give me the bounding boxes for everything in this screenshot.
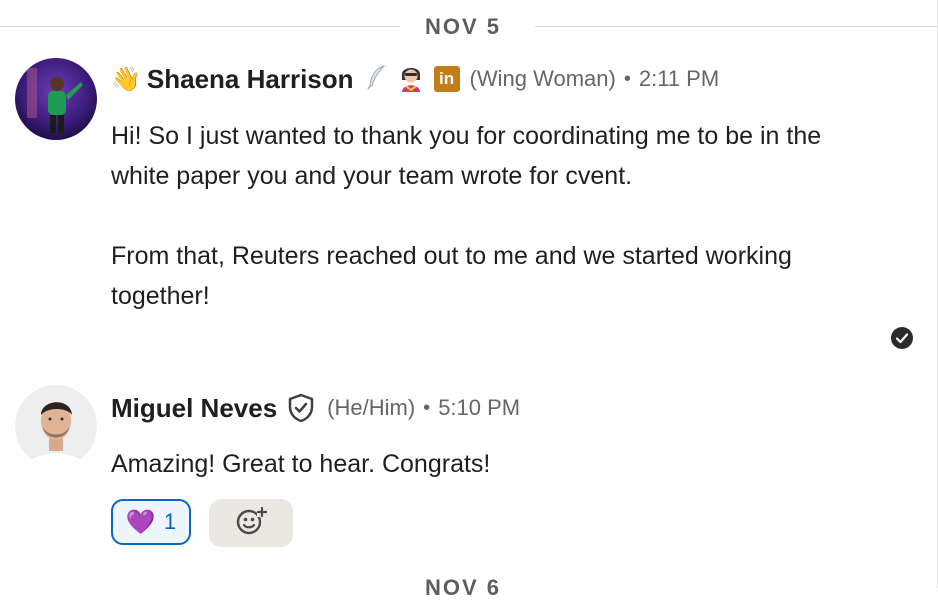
message-paragraph: Hi! So I just wanted to thank you for co… [111, 122, 822, 190]
reaction-purple-heart[interactable]: 💜 1 [111, 499, 191, 545]
header-separator: • [423, 396, 431, 419]
sender-name[interactable]: Shaena Harrison [147, 64, 354, 95]
date-label: NOV 5 [425, 14, 502, 39]
message-body: Amazing! Great to hear. Congrats! [111, 444, 831, 484]
waving-hand-emoji: 👋 [111, 65, 141, 93]
sender-name[interactable]: Miguel Neves [111, 393, 277, 424]
linkedin-icon: in [433, 66, 460, 92]
message-paragraph: From that, Reuters reached out to me and… [111, 242, 792, 310]
add-reaction-button[interactable] [209, 499, 293, 547]
check-circle-icon [890, 326, 914, 350]
sender-pronoun: (Wing Woman) [469, 66, 616, 91]
message-time: 5:10 PM [438, 395, 521, 420]
message-header: Miguel Neves (He/Him) • 5:10 PM [111, 391, 520, 425]
divider-line-right [535, 26, 938, 27]
message-header: 👋 Shaena Harrison in (Wing Woman) • 2:11… [111, 62, 719, 96]
date-divider: NOV 6 [0, 575, 938, 600]
message-paragraph: Amazing! Great to hear. Congrats! [111, 450, 491, 478]
message-time: 2:11 PM [638, 66, 720, 91]
verified-shield-icon [287, 393, 315, 423]
add-emoji-icon [235, 505, 268, 542]
purple-heart-emoji: 💜 [125, 508, 156, 536]
avatar-miguel-neves[interactable] [15, 385, 97, 467]
feather-icon [366, 64, 388, 95]
sender-pronoun: (He/Him) [327, 395, 416, 420]
superhero-icon [396, 62, 426, 97]
divider-line-left [0, 26, 400, 27]
reaction-count: 1 [163, 509, 177, 534]
header-separator: • [623, 67, 631, 90]
avatar-shaena-harrison[interactable] [15, 58, 97, 140]
date-divider: NOV 5 [0, 14, 938, 39]
message-body: Hi! So I just wanted to thank you for co… [111, 116, 831, 316]
date-label: NOV 6 [425, 575, 502, 600]
